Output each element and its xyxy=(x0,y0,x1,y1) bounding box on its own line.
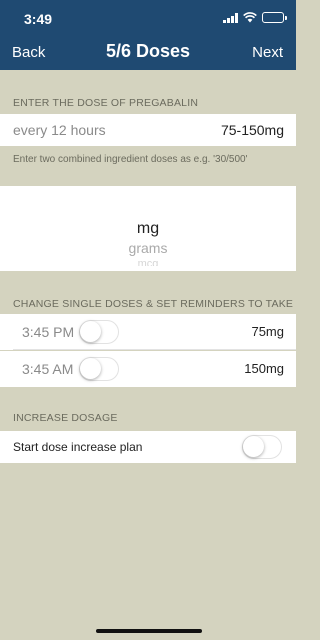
dose-increase-row: Start dose increase plan xyxy=(0,431,296,463)
reminder-dose[interactable]: 75mg xyxy=(251,324,284,339)
frequency-label: every 12 hours xyxy=(13,122,106,138)
toggle-knob xyxy=(243,436,264,457)
reminder-row: 3:45 AM 150mg xyxy=(0,351,296,387)
dose-increase-toggle[interactable] xyxy=(242,435,282,459)
signal-icon xyxy=(223,12,238,23)
toggle-knob xyxy=(80,358,101,379)
status-icons xyxy=(223,12,287,23)
picker-option-selected[interactable]: mg xyxy=(0,220,296,238)
home-indicator[interactable] xyxy=(96,629,202,633)
reminder-time[interactable]: 3:45 PM xyxy=(22,324,74,340)
next-button[interactable]: Next xyxy=(252,44,283,61)
wifi-icon xyxy=(243,12,257,23)
picker-option-next[interactable]: grams xyxy=(0,240,296,256)
reminder-toggle[interactable] xyxy=(79,320,119,344)
reminder-dose[interactable]: 150mg xyxy=(244,361,284,376)
reminder-row: 3:45 PM 75mg xyxy=(0,314,296,350)
reminder-toggle[interactable] xyxy=(79,357,119,381)
dose-frequency-row[interactable]: every 12 hours 75-150mg xyxy=(0,114,296,146)
reminders-section-header: CHANGE SINGLE DOSES & SET REMINDERS TO T… xyxy=(13,298,294,310)
dose-section-header: ENTER THE DOSE OF PREGABALIN xyxy=(13,97,199,109)
battery-icon xyxy=(262,12,287,23)
toggle-knob xyxy=(80,321,101,342)
increase-section-header: INCREASE DOSAGE xyxy=(13,412,118,424)
reminder-time[interactable]: 3:45 AM xyxy=(22,361,73,377)
dose-hint: Enter two combined ingredient doses as e… xyxy=(13,154,248,165)
dose-range-value: 75-150mg xyxy=(220,122,284,138)
picker-option-far[interactable]: mcg xyxy=(0,258,296,266)
app-header: 3:49 Back 5/6 Doses Next xyxy=(0,0,296,70)
unit-picker[interactable]: mg grams mcg xyxy=(0,186,296,271)
status-time: 3:49 xyxy=(24,11,53,27)
dose-increase-label: Start dose increase plan xyxy=(13,440,143,454)
row-divider xyxy=(13,349,296,350)
